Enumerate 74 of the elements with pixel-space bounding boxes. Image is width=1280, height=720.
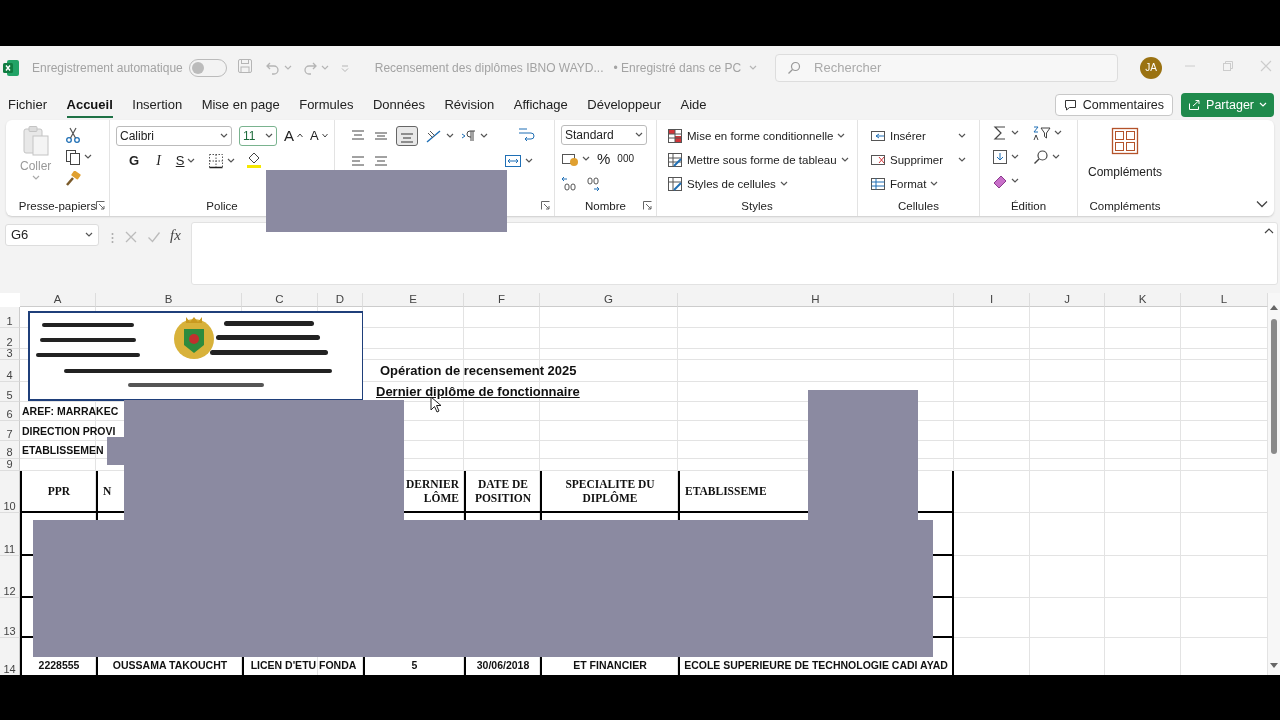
menu-tab[interactable]: Affichage <box>513 91 568 119</box>
row-header[interactable]: 10 <box>0 470 20 513</box>
ribbon-command[interactable]: Format <box>870 172 936 195</box>
group-label: Cellules <box>898 199 939 212</box>
group-label: Compléments <box>1089 199 1161 212</box>
sheet-subtitle: Dernier diplôme de fonctionnaire <box>376 384 580 400</box>
autosave-label: Enregistrement automatique <box>32 60 183 75</box>
group-label: Édition <box>1010 199 1047 212</box>
column-header[interactable]: I <box>954 292 1030 307</box>
comments-button[interactable]: Commentaires <box>1054 93 1174 116</box>
column-header[interactable]: C <box>242 292 318 307</box>
menu-tab[interactable]: Fichier <box>8 91 47 119</box>
document-title: Recensement des diplômes IBNO WAYD... <box>374 60 604 75</box>
group-label: Nombre <box>585 199 626 212</box>
sheet-title: Opération de recensement 2025 <box>380 363 577 379</box>
ribbon-command[interactable]: Insérer <box>870 124 966 147</box>
column-header[interactable]: K <box>1105 292 1181 307</box>
sheet-label: DIRECTION PROVI <box>22 424 116 437</box>
menu-tab[interactable]: Accueil <box>66 91 113 119</box>
row-header[interactable]: 13 <box>0 597 20 638</box>
number-format-field[interactable]: Standard <box>561 124 647 145</box>
column-header[interactable]: D <box>318 292 363 307</box>
sheet-label: AREF: MARRAKEC <box>22 405 119 418</box>
menu-tab[interactable]: Aide <box>680 91 707 119</box>
column-heading: SPECIALITE DU DIPLÔME <box>540 470 678 513</box>
column-header[interactable]: A <box>20 292 96 307</box>
menu-tab[interactable]: Données <box>372 91 425 119</box>
name-box[interactable]: G6 <box>5 223 99 246</box>
row-header[interactable]: 14 <box>0 637 20 675</box>
ribbon-command[interactable]: Mettre sous forme de tableau <box>667 148 851 171</box>
column-header[interactable]: J <box>1030 292 1105 307</box>
row-header[interactable]: 4 <box>0 359 20 382</box>
search-field[interactable]: Rechercher <box>775 53 1119 82</box>
user-avatar[interactable]: JA <box>1140 56 1163 79</box>
column-heading: PPR <box>20 470 96 513</box>
insert-function-button[interactable]: fx <box>170 226 181 244</box>
save-status: • Enregistré dans ce PC <box>613 60 742 75</box>
column-header[interactable]: B <box>96 292 242 307</box>
font-name-field[interactable]: Calibri <box>116 125 232 146</box>
column-header[interactable]: E <box>363 292 464 307</box>
grow-font-button[interactable]: A <box>284 127 303 145</box>
group-label: Styles <box>741 199 773 212</box>
row-header[interactable]: 5 <box>0 381 20 402</box>
ribbon-command[interactable]: Styles de cellules <box>667 172 851 195</box>
menu-tab[interactable]: Formules <box>299 91 354 119</box>
column-header[interactable]: G <box>540 292 678 307</box>
underline-button[interactable]: S <box>175 153 185 169</box>
column-header[interactable]: L <box>1181 292 1268 307</box>
percent-button[interactable]: % <box>597 150 611 168</box>
bold-button[interactable]: G <box>129 153 140 169</box>
row-header[interactable]: 3 <box>0 348 20 360</box>
thousands-button[interactable]: 000 <box>617 153 635 165</box>
menu-tab[interactable]: Développeur <box>587 91 661 119</box>
shrink-font-button[interactable]: A <box>310 128 328 144</box>
italic-button[interactable]: I <box>156 152 161 169</box>
menu-tab[interactable]: Insertion <box>132 91 183 119</box>
sheet-label: ETABLISSEMEN <box>22 443 104 456</box>
column-heading: DATE DE POSITION <box>464 470 540 513</box>
row-header[interactable]: 12 <box>0 555 20 598</box>
row-header[interactable]: 7 <box>0 420 20 441</box>
row-header[interactable]: 2 <box>0 327 20 349</box>
share-button[interactable]: Partager <box>1181 92 1274 117</box>
group-label: Presse-papiers <box>18 199 97 212</box>
column-header[interactable]: H <box>678 292 954 307</box>
menu-tab[interactable]: Révision <box>444 91 495 119</box>
ribbon-command[interactable]: Mise en forme conditionnelle <box>667 124 851 147</box>
column-header[interactable]: F <box>464 292 540 307</box>
add-ins-button[interactable]: Compléments <box>1084 124 1166 179</box>
font-size-field[interactable]: 11 <box>239 125 277 146</box>
group-label: Police <box>206 199 238 212</box>
row-header[interactable]: 11 <box>0 512 20 556</box>
ribbon-command[interactable]: Supprimer <box>870 148 966 171</box>
row-header[interactable]: 1 <box>0 306 20 328</box>
menu-tab[interactable]: Mise en page <box>201 91 280 119</box>
